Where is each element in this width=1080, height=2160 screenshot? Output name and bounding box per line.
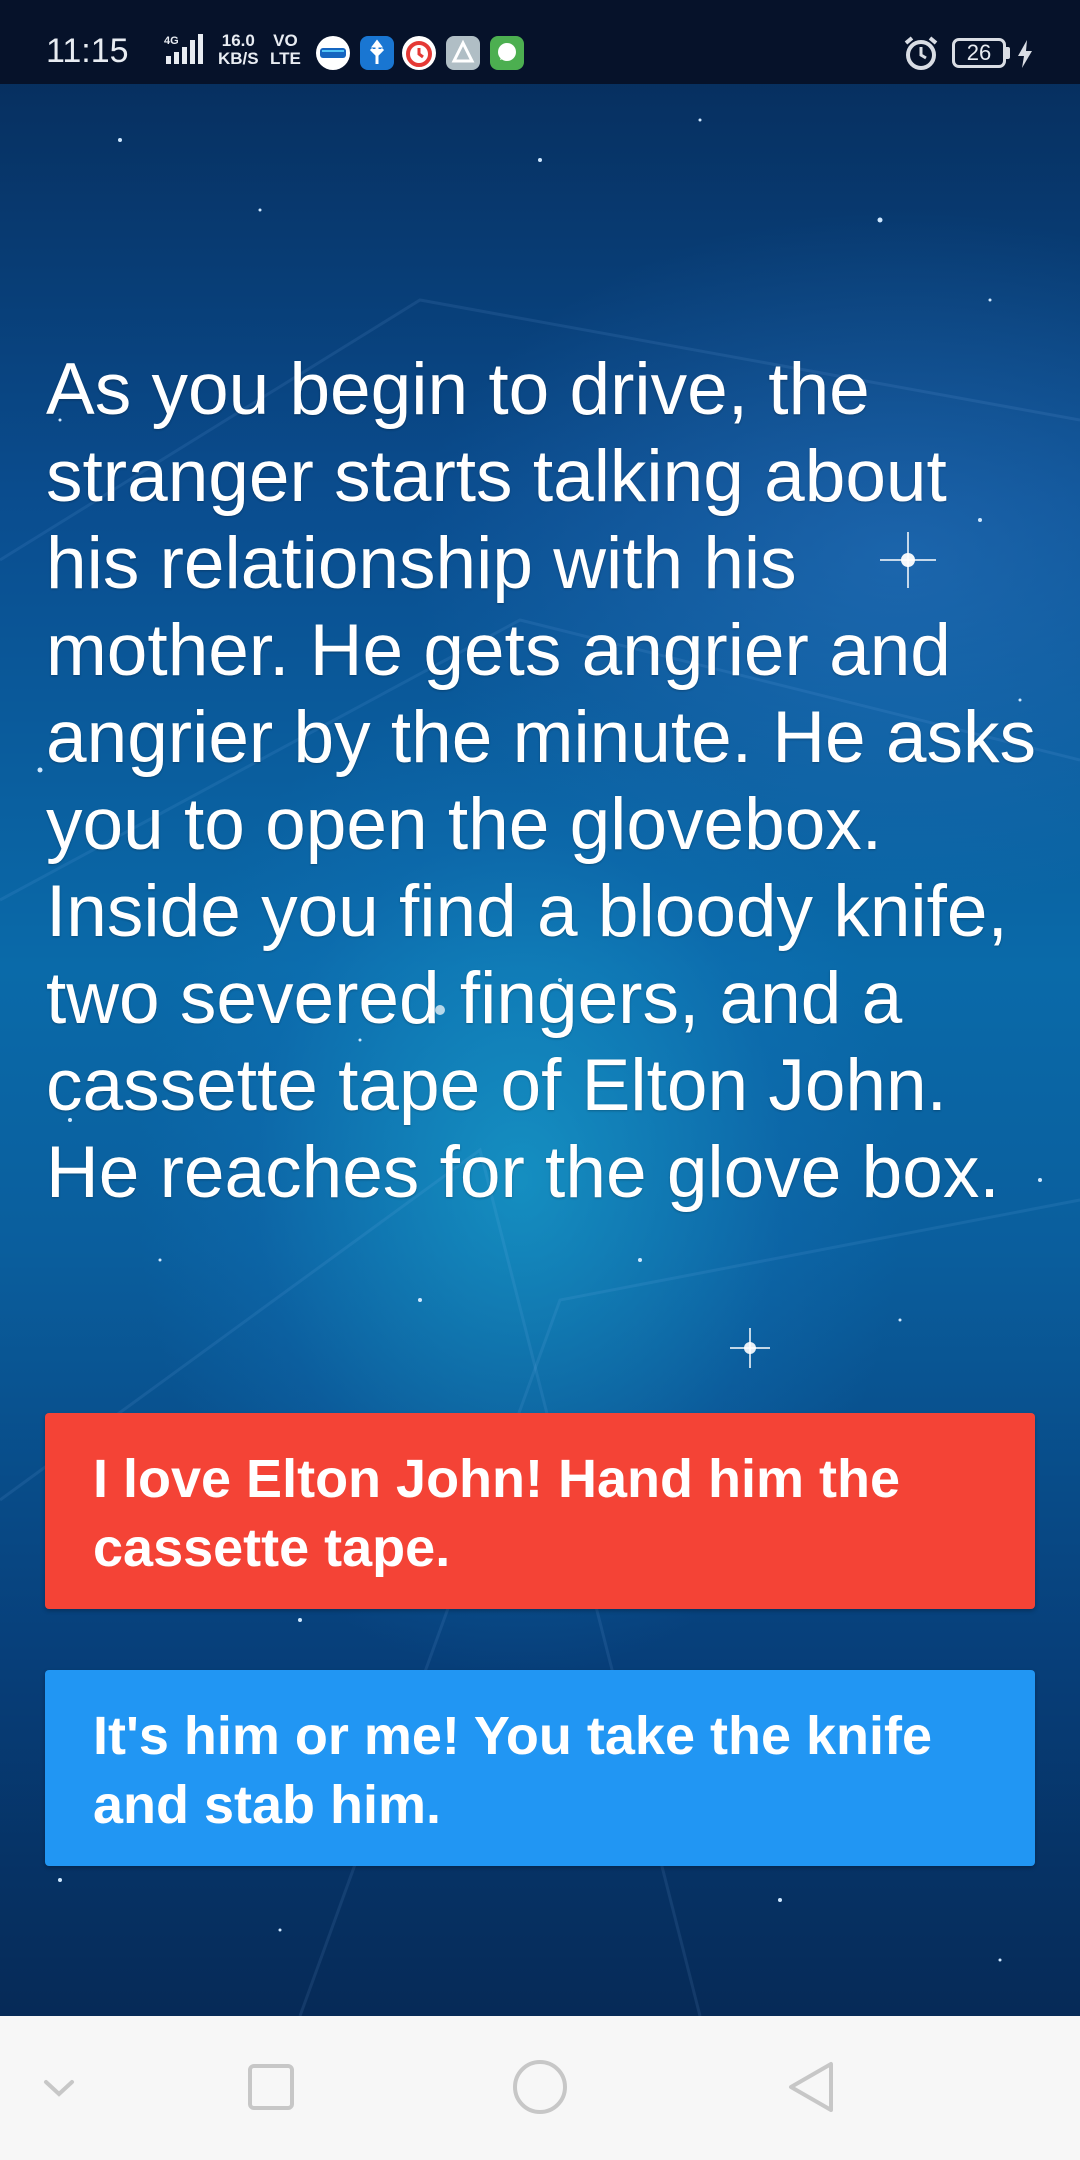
choice-button-cassette[interactable]: I love Elton John! Hand him the cassette… bbox=[45, 1413, 1035, 1609]
screen: 11:15 4G 16.0 KB/S VO LTE 26 As you begi… bbox=[0, 0, 1080, 2160]
choice-button-knife[interactable]: It's him or me! You take the knife and s… bbox=[45, 1670, 1035, 1866]
battery-icon: 26 bbox=[952, 38, 1006, 68]
battery-tip bbox=[1006, 47, 1010, 59]
status-bar: 11:15 4G 16.0 KB/S VO LTE 26 bbox=[0, 0, 1080, 84]
volte-bottom: LTE bbox=[270, 49, 301, 68]
files-icon bbox=[446, 36, 480, 70]
svg-text:4G: 4G bbox=[164, 35, 179, 47]
alarm-clock-icon bbox=[904, 36, 938, 70]
story-text: As you begin to drive, the stranger star… bbox=[46, 349, 1037, 1213]
status-time: 11:15 bbox=[46, 32, 129, 70]
network-speed-value: 16.0 bbox=[221, 31, 255, 50]
battery-level: 26 bbox=[966, 40, 992, 65]
network-speed: 16.0 KB/S bbox=[218, 32, 259, 68]
volte-indicator: VO LTE bbox=[270, 32, 301, 68]
paytm-icon bbox=[316, 36, 350, 70]
signal-strength-icon: 4G bbox=[164, 34, 203, 64]
usb-icon bbox=[360, 36, 394, 70]
home-circle-icon[interactable] bbox=[505, 2052, 575, 2122]
alarm-app-icon bbox=[402, 36, 436, 70]
recents-square-icon[interactable] bbox=[236, 2052, 306, 2122]
choice-label: I love Elton John! Hand him the cassette… bbox=[93, 1449, 901, 1578]
network-speed-unit: KB/S bbox=[218, 49, 259, 68]
navigation-bar bbox=[0, 2016, 1080, 2160]
charging-bolt-icon bbox=[1018, 40, 1032, 68]
chat-app-icon bbox=[490, 36, 524, 70]
choice-label: It's him or me! You take the knife and s… bbox=[93, 1706, 933, 1835]
chevron-down-icon[interactable] bbox=[24, 2052, 94, 2122]
volte-top: VO bbox=[273, 31, 298, 50]
back-triangle-icon[interactable] bbox=[777, 2052, 847, 2122]
